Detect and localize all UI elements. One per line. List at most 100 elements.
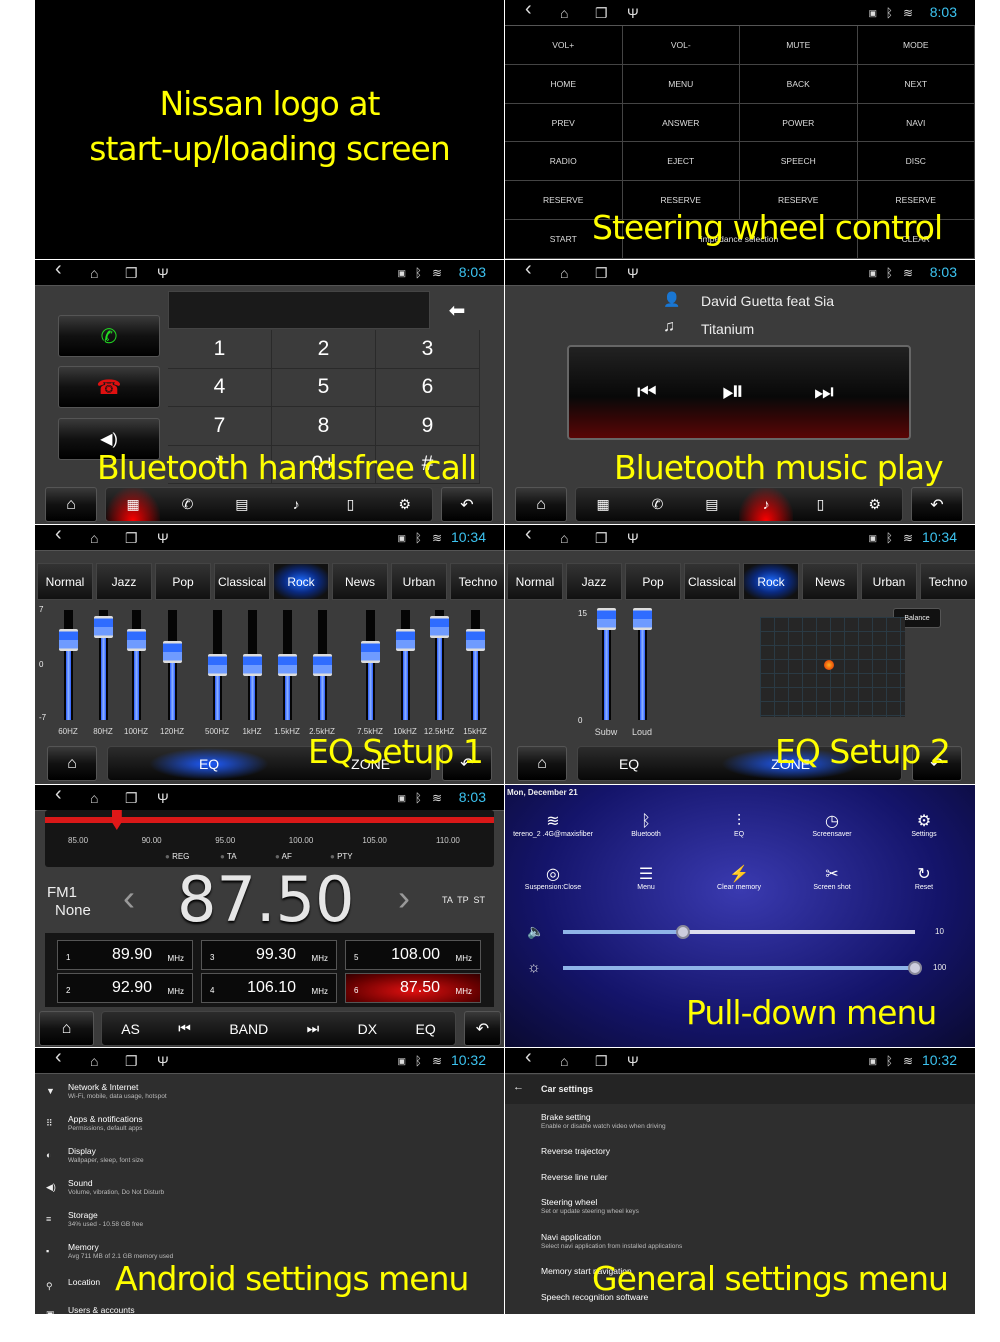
answer-call-button[interactable]: ✆ bbox=[58, 315, 160, 357]
tab-eq[interactable]: EQ bbox=[148, 747, 270, 780]
settings-item[interactable]: Brake setting Enable or disable watch vid… bbox=[505, 1112, 975, 1138]
recent-apps-icon[interactable]: ❐ bbox=[125, 529, 138, 547]
eq-band-knob[interactable] bbox=[94, 616, 113, 639]
slider-knob[interactable] bbox=[597, 608, 616, 630]
preset-button[interactable]: 2 92.90 MHz bbox=[57, 973, 193, 1003]
preset-normal[interactable]: Normal bbox=[507, 563, 563, 600]
home-icon[interactable]: ⌂ bbox=[560, 4, 568, 22]
next-track-button[interactable]: ⏭ bbox=[814, 379, 834, 405]
dialpad-tab[interactable]: ▦ bbox=[106, 488, 161, 521]
balance-point[interactable] bbox=[824, 660, 834, 670]
quick-tile-reset[interactable]: ↻ Reset bbox=[884, 866, 964, 892]
recent-apps-icon[interactable]: ❐ bbox=[595, 1052, 608, 1070]
eq-band-knob[interactable] bbox=[163, 641, 182, 664]
eq-band-knob[interactable] bbox=[361, 641, 380, 664]
steering-key-button[interactable]: NAVI bbox=[857, 103, 975, 143]
preset-jazz[interactable]: Jazz bbox=[96, 563, 152, 600]
settings-item[interactable]: ◐ Display Wallpaper, sleep, font size bbox=[35, 1146, 504, 1174]
eq-band-track[interactable] bbox=[278, 610, 297, 720]
back-icon[interactable]: ‹ bbox=[525, 0, 532, 19]
home-button[interactable]: ⌂ bbox=[39, 1011, 94, 1046]
contacts-tab[interactable]: ▤ bbox=[685, 488, 739, 521]
home-button[interactable]: ⌂ bbox=[47, 746, 97, 781]
eq-band-knob[interactable] bbox=[208, 654, 227, 676]
slider-knob[interactable] bbox=[633, 608, 652, 630]
back-arrow-icon[interactable]: ← bbox=[513, 1081, 524, 1093]
quick-tile-settings[interactable]: ⚙ Settings bbox=[884, 813, 964, 839]
keypad-key[interactable]: 9 bbox=[376, 407, 480, 446]
option-ta[interactable]: ● TA bbox=[220, 852, 237, 861]
steering-key-button[interactable]: DISC bbox=[857, 142, 975, 182]
seek-up-button[interactable]: › bbox=[398, 877, 410, 919]
back-button[interactable]: ↶ bbox=[464, 1011, 501, 1046]
settings-tab[interactable]: ⚙ bbox=[378, 488, 432, 521]
eq-band-track[interactable] bbox=[127, 610, 146, 720]
preset-button[interactable]: 6 87.50 MHz bbox=[345, 973, 481, 1003]
eq-band-knob[interactable] bbox=[127, 628, 146, 651]
home-icon[interactable]: ⌂ bbox=[90, 264, 98, 282]
eq-band-knob[interactable] bbox=[430, 616, 449, 639]
quick-tile-menu[interactable]: ☰ Menu bbox=[606, 866, 686, 892]
keypad-key[interactable]: 5 bbox=[272, 368, 376, 407]
brightness-slider[interactable] bbox=[563, 961, 922, 975]
keypad-key[interactable]: 1 bbox=[168, 330, 272, 369]
settings-item[interactable]: Steering wheel Set or update steering whe… bbox=[505, 1197, 975, 1223]
quick-tile-bluetooth[interactable]: ᛒ Bluetooth bbox=[606, 813, 686, 839]
steering-key-button[interactable]: RADIO bbox=[505, 142, 623, 182]
settings-item[interactable]: ▣ Users & accounts bbox=[35, 1305, 504, 1314]
eq-band-track[interactable] bbox=[430, 610, 449, 720]
eq-band-track[interactable] bbox=[243, 610, 262, 720]
option-pty[interactable]: ● PTY bbox=[330, 852, 353, 861]
steering-key-button[interactable]: BACK bbox=[740, 64, 858, 104]
quick-tile-tereno-g-maxisfiber[interactable]: ≋ tereno_2 .4G@maxisfiber bbox=[513, 813, 593, 839]
home-icon[interactable]: ⌂ bbox=[560, 529, 568, 547]
keypad-key[interactable]: 3 bbox=[376, 330, 480, 369]
settings-item[interactable]: Navi application Select navi application … bbox=[505, 1232, 975, 1258]
settings-item[interactable]: ≡ Storage 34% used - 10.58 GB free bbox=[35, 1210, 504, 1238]
steering-key-button[interactable]: MUTE bbox=[740, 26, 858, 65]
back-icon[interactable]: ‹ bbox=[55, 1048, 62, 1067]
quick-tile-screen-shot[interactable]: ✂ Screen shot bbox=[792, 866, 872, 892]
call-log-tab[interactable]: ✆ bbox=[630, 488, 684, 521]
home-icon[interactable]: ⌂ bbox=[560, 264, 568, 282]
back-icon[interactable]: ‹ bbox=[55, 785, 62, 804]
preset-news[interactable]: News bbox=[802, 563, 858, 600]
brightness-slider-thumb[interactable] bbox=[908, 961, 922, 975]
eq-button[interactable]: EQ bbox=[416, 1021, 436, 1037]
usb-icon[interactable]: Ψ bbox=[157, 529, 169, 547]
option-reg[interactable]: ● REG bbox=[165, 852, 189, 861]
steering-key-button[interactable]: VOL- bbox=[622, 26, 740, 65]
previous-icon[interactable]: ⏮ bbox=[178, 1020, 191, 1037]
backspace-button[interactable]: ⬅ bbox=[432, 291, 482, 329]
keypad-key[interactable]: 7 bbox=[168, 407, 272, 446]
keypad-key[interactable]: 6 bbox=[376, 368, 480, 407]
home-icon[interactable]: ⌂ bbox=[90, 529, 98, 547]
steering-key-button[interactable]: ANSWER bbox=[622, 103, 740, 143]
usb-icon[interactable]: Ψ bbox=[627, 529, 639, 547]
eq-band-track[interactable] bbox=[466, 610, 485, 720]
back-icon[interactable]: ‹ bbox=[525, 525, 532, 544]
back-icon[interactable]: ‹ bbox=[525, 1048, 532, 1067]
preset-jazz[interactable]: Jazz bbox=[566, 563, 622, 600]
home-icon[interactable]: ⌂ bbox=[560, 1052, 568, 1070]
dx-button[interactable]: DX bbox=[358, 1021, 377, 1037]
settings-item[interactable]: Reverse trajectory bbox=[505, 1146, 975, 1172]
play-pause-button[interactable]: ⏯ bbox=[722, 375, 744, 408]
preset-techno[interactable]: Techno bbox=[450, 563, 504, 600]
back-icon[interactable]: ‹ bbox=[525, 260, 532, 279]
keypad-key[interactable]: 2 bbox=[272, 330, 376, 369]
recent-apps-icon[interactable]: ❐ bbox=[595, 4, 608, 22]
recent-apps-icon[interactable]: ❐ bbox=[125, 1052, 138, 1070]
call-log-tab[interactable]: ✆ bbox=[160, 488, 214, 521]
settings-item[interactable]: ⠿ Apps & notifications Permissions, defaul… bbox=[35, 1114, 504, 1142]
slider-track[interactable] bbox=[597, 608, 616, 720]
volume-slider-thumb[interactable] bbox=[675, 925, 690, 939]
steering-key-button[interactable]: EJECT bbox=[622, 142, 740, 182]
back-button[interactable]: ↶ bbox=[911, 487, 963, 522]
contacts-tab[interactable]: ▤ bbox=[215, 488, 269, 521]
eq-band-track[interactable] bbox=[361, 610, 380, 720]
steering-key-button[interactable]: MODE bbox=[857, 26, 975, 65]
home-button[interactable]: ⌂ bbox=[517, 746, 567, 781]
eq-band-knob[interactable] bbox=[278, 654, 297, 676]
recent-apps-icon[interactable]: ❐ bbox=[595, 264, 608, 282]
